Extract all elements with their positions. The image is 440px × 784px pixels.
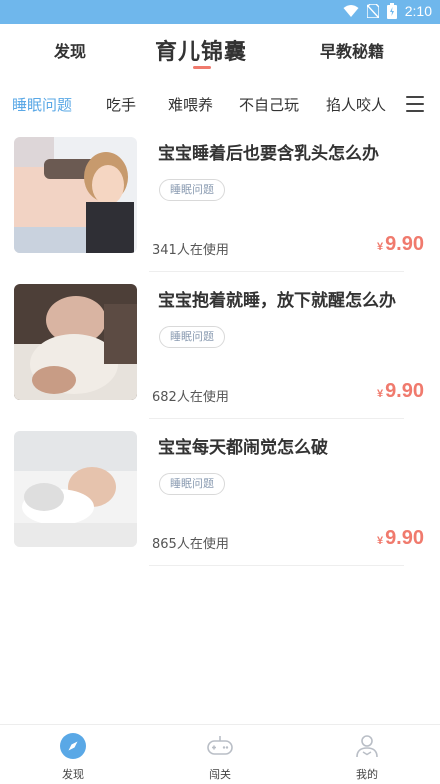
divider [149, 418, 404, 419]
list-item[interactable]: 宝宝抱着就睡，放下就醒怎么办 睡眠问题 682人在使用 ¥9.90 [14, 284, 424, 430]
active-tab-indicator [193, 66, 211, 69]
status-bar: 2:10 [0, 0, 440, 24]
compass-icon [60, 733, 86, 759]
tab-bar-label: 发现 [62, 768, 84, 781]
item-tag: 睡眠问题 [159, 179, 225, 201]
price-value: 9.90 [385, 527, 424, 549]
category-tab-thumb-sucking[interactable]: 吃手 [106, 94, 136, 115]
divider [149, 271, 404, 272]
category-tab-sleep[interactable]: 睡眠问题 [12, 94, 72, 115]
price-value: 9.90 [385, 233, 424, 255]
tab-early-education[interactable]: 早教秘籍 [320, 38, 384, 62]
tab-bar-challenge[interactable]: 闯关 [180, 733, 260, 782]
price-value: 9.90 [385, 380, 424, 402]
item-title: 宝宝每天都闹觉怎么破 [158, 438, 328, 458]
item-thumbnail [14, 431, 137, 547]
tab-bar-label: 闯关 [209, 768, 231, 781]
currency-symbol: ¥ [376, 388, 384, 400]
item-usage-count: 682人在使用 [152, 390, 229, 405]
currency-symbol: ¥ [376, 535, 384, 547]
category-tabs: 睡眠问题 吃手 难喂养 不自己玩 掐人咬人 [0, 88, 440, 122]
gamepad-icon [207, 736, 233, 755]
category-menu-icon[interactable] [406, 96, 424, 112]
currency-symbol: ¥ [376, 241, 384, 253]
tab-bar-label: 我的 [356, 768, 378, 781]
tab-bar-profile[interactable]: 我的 [327, 733, 407, 782]
no-sim-icon [366, 4, 379, 18]
top-nav: 发现 育儿锦囊 早教秘籍 [0, 24, 440, 80]
list-item[interactable]: 宝宝每天都闹觉怎么破 睡眠问题 865人在使用 ¥9.90 [14, 431, 424, 577]
item-title: 宝宝睡着后也要含乳头怎么办 [158, 144, 379, 164]
tab-parenting-tips[interactable]: 育儿锦囊 [155, 34, 247, 66]
item-price: ¥9.90 [377, 380, 424, 403]
divider [149, 565, 404, 566]
battery-icon [386, 3, 397, 19]
item-price: ¥9.90 [377, 233, 424, 256]
bottom-tab-bar: 发现 闯关 我的 [0, 724, 440, 784]
item-thumbnail [14, 284, 137, 400]
item-tag: 睡眠问题 [159, 473, 225, 495]
item-tag: 睡眠问题 [159, 326, 225, 348]
list-item[interactable]: 宝宝睡着后也要含乳头怎么办 睡眠问题 341人在使用 ¥9.90 [14, 137, 424, 283]
status-time: 2:10 [404, 3, 432, 19]
item-thumbnail [14, 137, 137, 253]
item-title: 宝宝抱着就睡，放下就醒怎么办 [158, 291, 396, 311]
wifi-icon [343, 5, 359, 17]
user-icon [356, 735, 378, 758]
category-tab-pinching-biting[interactable]: 掐人咬人 [326, 94, 386, 115]
tab-discover[interactable]: 发现 [54, 38, 86, 62]
item-price: ¥9.90 [377, 527, 424, 550]
item-usage-count: 341人在使用 [152, 243, 229, 258]
category-tab-hard-to-feed[interactable]: 难喂养 [168, 94, 213, 115]
tab-bar-discover[interactable]: 发现 [33, 733, 113, 782]
category-tab-not-playing-alone[interactable]: 不自己玩 [239, 94, 299, 115]
item-usage-count: 865人在使用 [152, 537, 229, 552]
